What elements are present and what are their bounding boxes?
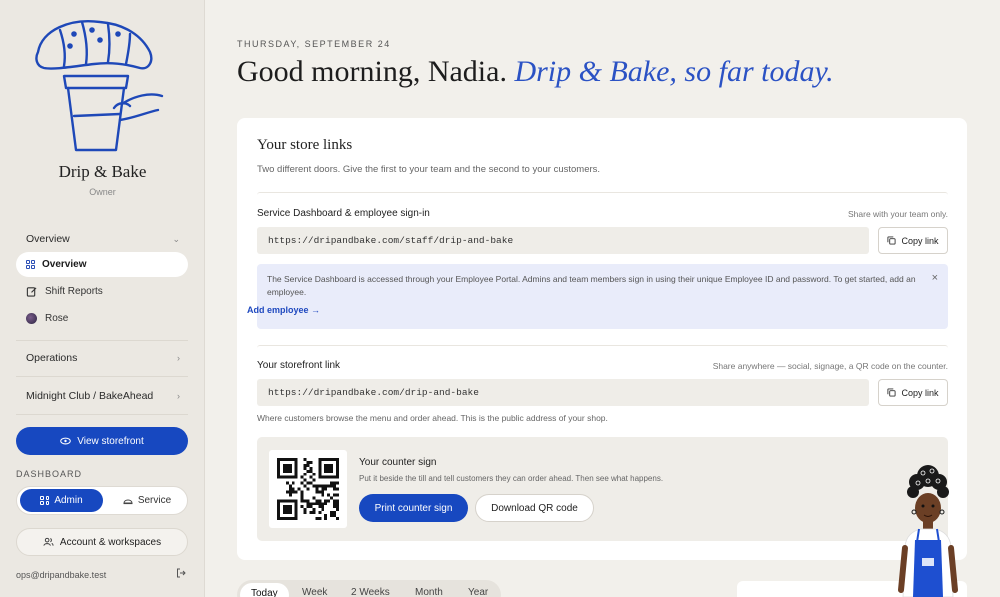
chevron-down-icon: ⌄ bbox=[172, 233, 180, 244]
cloche-icon bbox=[123, 499, 133, 505]
report-icon bbox=[26, 287, 37, 297]
sidebar-item-shift-reports[interactable]: Shift Reports bbox=[26, 286, 103, 297]
employee-portal-notice: The Service Dashboard is accessed throug… bbox=[257, 264, 948, 329]
counter-sign-panel: Your counter sign Put it beside the till… bbox=[257, 437, 948, 541]
section-overview-toggle[interactable]: Overview ⌄ bbox=[26, 233, 180, 245]
brand-name: Drip & Bake bbox=[58, 162, 147, 181]
divider bbox=[16, 376, 188, 377]
notice-text: The Service Dashboard is accessed throug… bbox=[267, 274, 916, 297]
date-label: THURSDAY, SEPTEMBER 24 bbox=[237, 39, 391, 49]
card-subtitle: Two different doors. Give the first to y… bbox=[257, 164, 601, 175]
section-operations[interactable]: Operations › bbox=[26, 352, 180, 364]
view-storefront-label: View storefront bbox=[77, 435, 144, 447]
toggle-admin[interactable]: Admin bbox=[20, 489, 103, 512]
toggle-service[interactable]: Service bbox=[107, 489, 187, 512]
range-tabs: Today Week 2 Weeks Month Year bbox=[237, 580, 501, 597]
eye-icon bbox=[60, 437, 72, 445]
chevron-right-icon: › bbox=[177, 391, 180, 401]
tab-today[interactable]: Today bbox=[240, 583, 289, 597]
copy-service-link-button[interactable]: Copy link bbox=[878, 227, 948, 254]
storefront-note: Where customers browse the menu and orde… bbox=[257, 413, 608, 423]
sidebar: Drip & Bake Owner Overview ⌄ Overview Sh… bbox=[0, 0, 205, 597]
section-midnight-club[interactable]: Midnight Club / BakeAhead › bbox=[26, 390, 180, 402]
storefront-link-label: Your storefront link bbox=[257, 360, 341, 371]
dashboard-toggle: Admin Service bbox=[16, 486, 188, 515]
download-qr-button[interactable]: Download QR code bbox=[475, 494, 594, 522]
croissant-cup-logo bbox=[35, 20, 164, 152]
brand-role: Owner bbox=[89, 187, 116, 197]
sidebar-item-rose[interactable]: Rose bbox=[26, 313, 68, 324]
card-title: Your store links bbox=[257, 137, 353, 153]
avatar bbox=[26, 313, 37, 324]
tab-year[interactable]: Year bbox=[468, 587, 488, 597]
sidebar-item-overview[interactable]: Overview bbox=[16, 252, 188, 277]
greeting-text: Good morning, Nadia. bbox=[237, 55, 507, 88]
sidebar-item-label: Overview bbox=[42, 259, 87, 270]
toggle-service-label: Service bbox=[137, 495, 172, 506]
dashboard-label: DASHBOARD bbox=[16, 469, 83, 479]
toggle-admin-label: Admin bbox=[54, 495, 83, 506]
copy-storefront-link-button[interactable]: Copy link bbox=[878, 379, 948, 406]
add-employee-link[interactable]: Add employee → bbox=[247, 305, 320, 315]
copy-label: Copy link bbox=[901, 387, 939, 398]
account-workspaces-label: Account & workspaces bbox=[59, 536, 162, 548]
account-workspaces-button[interactable]: Account & workspaces bbox=[16, 528, 188, 556]
print-counter-sign-button[interactable]: Print counter sign bbox=[359, 494, 468, 522]
divider bbox=[16, 414, 188, 415]
page-title: Good morning, Nadia. Drip & Bake, so far… bbox=[237, 55, 834, 89]
copy-icon bbox=[887, 388, 897, 397]
user-email: ops@dripandbake.test bbox=[16, 570, 107, 580]
service-url-field[interactable]: https://dripandbake.com/staff/drip-and-b… bbox=[257, 227, 869, 254]
qr-code bbox=[269, 450, 347, 528]
storefront-url-field[interactable]: https://dripandbake.com/drip-and-bake bbox=[257, 379, 869, 406]
greeting-accent: Drip & Bake, so far today. bbox=[514, 55, 834, 88]
barista-mascot bbox=[898, 465, 958, 597]
tab-2-weeks[interactable]: 2 Weeks bbox=[351, 587, 390, 597]
section-overview-label: Overview bbox=[26, 233, 70, 245]
copy-icon bbox=[887, 236, 897, 245]
view-storefront-button[interactable]: View storefront bbox=[16, 427, 188, 455]
grid-icon bbox=[26, 260, 35, 269]
service-link-label: Service Dashboard & employee sign-in bbox=[257, 208, 430, 219]
logout-icon[interactable] bbox=[176, 568, 186, 581]
counter-sign-title: Your counter sign bbox=[359, 457, 437, 468]
sidebar-item-label: Rose bbox=[45, 313, 69, 324]
storefront-link-hint: Share anywhere — social, signage, a QR c… bbox=[712, 361, 948, 371]
service-link-hint: Share with your team only. bbox=[848, 209, 948, 219]
section-midnight-label: Midnight Club / BakeAhead bbox=[26, 390, 154, 402]
copy-label: Copy link bbox=[901, 235, 939, 246]
tab-month[interactable]: Month bbox=[415, 587, 443, 597]
divider bbox=[16, 340, 188, 341]
sidebar-item-label: Shift Reports bbox=[45, 286, 103, 297]
chevron-right-icon: › bbox=[177, 353, 180, 363]
section-operations-label: Operations bbox=[26, 352, 78, 364]
counter-sign-desc: Put it beside the till and tell customer… bbox=[359, 474, 664, 483]
service-link-block: Service Dashboard & employee sign-in Sha… bbox=[257, 192, 948, 255]
users-icon bbox=[43, 537, 54, 546]
tab-week[interactable]: Week bbox=[302, 587, 327, 597]
grid-icon bbox=[40, 496, 50, 505]
store-links-card: Your store links Two different doors. Gi… bbox=[237, 118, 967, 560]
close-icon[interactable]: × bbox=[932, 272, 938, 284]
